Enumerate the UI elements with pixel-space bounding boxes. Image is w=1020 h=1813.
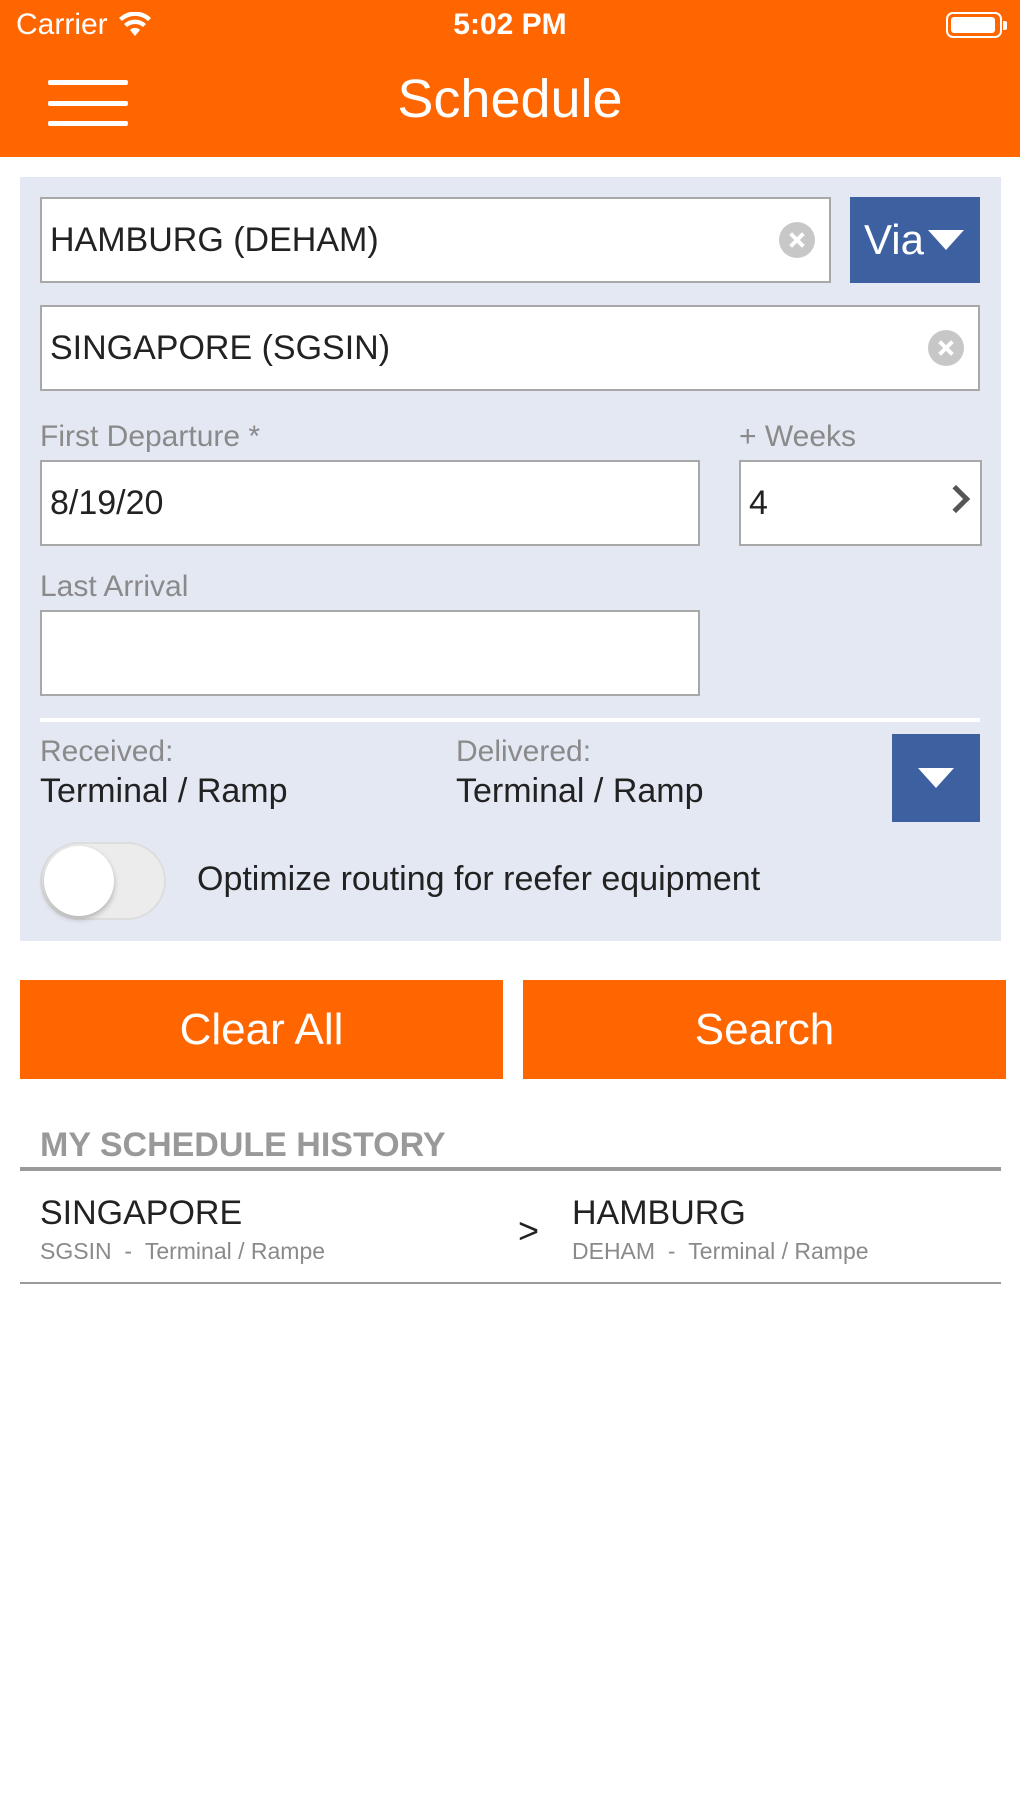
- clear-destination-icon[interactable]: [928, 330, 964, 366]
- toggle-knob: [44, 846, 114, 916]
- chevron-down-icon: [918, 768, 954, 788]
- divider: [20, 1167, 1001, 1171]
- origin-field[interactable]: HAMBURG (DEHAM): [40, 197, 831, 283]
- destination-value: SINGAPORE (SGSIN): [50, 328, 391, 367]
- first-departure-label: First Departure *: [40, 420, 261, 453]
- last-arrival-field[interactable]: [40, 610, 700, 696]
- clear-origin-icon[interactable]: [779, 222, 815, 258]
- clear-all-button[interactable]: Clear All: [20, 980, 503, 1079]
- divider: [40, 718, 980, 722]
- delivered-label: Delivered:: [456, 735, 592, 768]
- page-title: Schedule: [397, 69, 623, 129]
- origin-value: HAMBURG (DEHAM): [50, 220, 379, 259]
- history-to-city: HAMBURG: [572, 1194, 746, 1232]
- destination-field[interactable]: SINGAPORE (SGSIN): [40, 305, 980, 391]
- status-time: 5:02 PM: [453, 8, 567, 41]
- search-button[interactable]: Search: [523, 980, 1006, 1079]
- history-title: MY SCHEDULE HISTORY: [40, 1126, 446, 1164]
- via-button[interactable]: Via: [850, 197, 980, 283]
- service-options-dropdown-button[interactable]: [892, 734, 980, 822]
- reefer-toggle[interactable]: [40, 842, 166, 920]
- search-form-panel: HAMBURG (DEHAM) Via SINGAPORE (SGSIN) Fi…: [20, 177, 1001, 941]
- received-label: Received:: [40, 735, 174, 768]
- received-value: Terminal / Ramp: [40, 772, 288, 810]
- chevron-down-icon: [927, 230, 964, 250]
- first-departure-value: 8/19/20: [50, 483, 164, 522]
- history-arrow: >: [518, 1210, 540, 1251]
- divider: [20, 1282, 1001, 1284]
- delivered-value: Terminal / Ramp: [456, 772, 704, 810]
- via-label: Via: [864, 216, 924, 263]
- top-bar: Carrier 5:02 PM Schedule: [0, 0, 1020, 157]
- weeks-value: 4: [749, 483, 768, 522]
- history-from-details: SGSIN - Terminal / Rampe: [40, 1238, 326, 1264]
- battery-icon: [946, 12, 1007, 38]
- history-from-city: SINGAPORE: [40, 1194, 243, 1232]
- history-to-details: DEHAM - Terminal / Rampe: [572, 1238, 869, 1264]
- weeks-field[interactable]: 4: [739, 460, 982, 546]
- chevron-right-icon: [941, 484, 971, 514]
- reefer-toggle-label: Optimize routing for reefer equipment: [197, 860, 761, 898]
- first-departure-field[interactable]: 8/19/20: [40, 460, 700, 546]
- weeks-label: + Weeks: [739, 420, 856, 453]
- last-arrival-label: Last Arrival: [40, 570, 189, 603]
